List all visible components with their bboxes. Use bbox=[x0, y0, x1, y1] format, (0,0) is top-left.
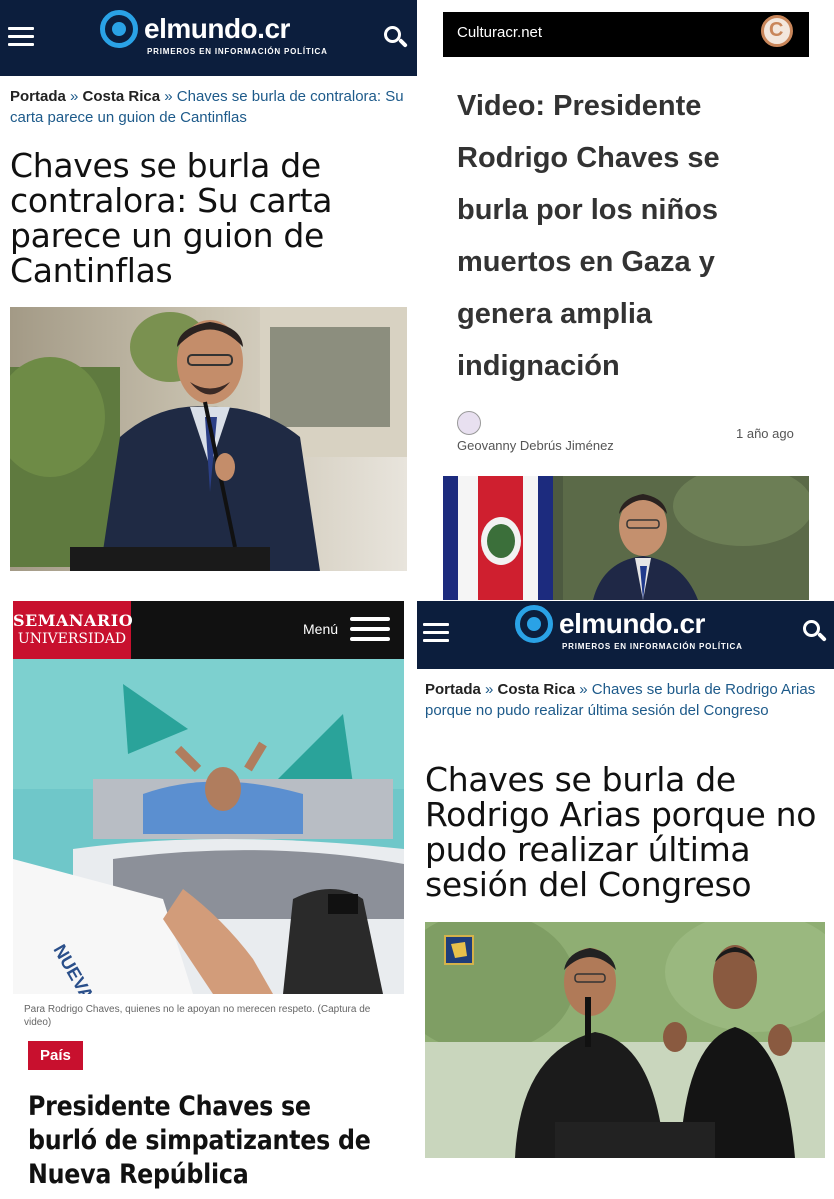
tagline: PRIMEROS EN INFORMACIÓN POLÍTICA bbox=[562, 642, 743, 651]
section-badge[interactable]: País bbox=[28, 1041, 83, 1070]
search-icon[interactable] bbox=[384, 26, 408, 50]
breadcrumb-section[interactable]: Costa Rica bbox=[83, 88, 161, 105]
search-icon[interactable] bbox=[803, 620, 827, 644]
article-photo bbox=[425, 922, 825, 1158]
panel-elmundo-rodrigo-arias: elmundo.cr PRIMEROS EN INFORMACIÓN POLÍT… bbox=[417, 601, 834, 1199]
panel-semanario-nueva-republica: SEMANARIO UNIVERSIDAD Menú NUEVA REP Par… bbox=[13, 601, 404, 1199]
hamburger-menu-icon[interactable] bbox=[423, 623, 449, 643]
article-title: Chaves se burla de contralora: Su carta … bbox=[10, 146, 333, 290]
site-logo[interactable]: elmundo.cr bbox=[100, 10, 290, 48]
brand-name: elmundo.cr bbox=[144, 13, 290, 44]
culturacr-logo-icon[interactable] bbox=[761, 15, 793, 47]
logo-line2: UNIVERSIDAD bbox=[17, 631, 127, 647]
hamburger-menu-icon[interactable] bbox=[8, 27, 34, 47]
menu-label[interactable]: Menú bbox=[303, 621, 338, 637]
eye-logo-icon bbox=[100, 10, 138, 48]
site-header: SEMANARIO UNIVERSIDAD Menú bbox=[13, 601, 404, 659]
site-logo[interactable]: SEMANARIO UNIVERSIDAD bbox=[13, 601, 134, 659]
site-header: elmundo.cr PRIMEROS EN INFORMACIÓN POLÍT… bbox=[417, 601, 834, 669]
site-name[interactable]: Culturacr.net bbox=[457, 24, 542, 41]
hamburger-menu-icon[interactable] bbox=[350, 617, 390, 641]
breadcrumb-section[interactable]: Costa Rica bbox=[498, 681, 576, 698]
eye-logo-icon bbox=[515, 605, 553, 643]
breadcrumb-separator: » bbox=[485, 681, 494, 698]
breadcrumb-home[interactable]: Portada bbox=[10, 88, 66, 105]
author-name[interactable]: Geovanny Debrús Jiménez bbox=[457, 438, 614, 453]
article-title: Chaves se burla de Rodrigo Arias porque … bbox=[425, 760, 817, 904]
brand-name: elmundo.cr bbox=[559, 608, 705, 639]
panel-elmundo-contralora: elmundo.cr PRIMEROS EN INFORMACIÓN POLÍT… bbox=[0, 0, 417, 590]
article-title: Video: Presidente Rodrigo Chaves se burl… bbox=[457, 90, 720, 382]
article-photo: NUEVA REP bbox=[13, 659, 404, 994]
breadcrumb: Portada » Costa Rica » Chaves se burla d… bbox=[425, 679, 825, 721]
tagline: PRIMEROS EN INFORMACIÓN POLÍTICA bbox=[147, 47, 328, 56]
panel-culturacr-gaza: Culturacr.net Video: Presidente Rodrigo … bbox=[417, 0, 834, 600]
breadcrumb-separator: » bbox=[70, 88, 79, 105]
site-header: elmundo.cr PRIMEROS EN INFORMACIÓN POLÍT… bbox=[0, 0, 417, 76]
breadcrumb-current: Chaves se burla de Rodrigo Arias porque … bbox=[425, 681, 816, 719]
breadcrumb-separator: » bbox=[579, 681, 588, 698]
author-avatar[interactable] bbox=[457, 411, 481, 435]
breadcrumb-separator: » bbox=[164, 88, 173, 105]
article-title: Presidente Chaves se burló de simpatizan… bbox=[28, 1091, 371, 1190]
site-header: Culturacr.net bbox=[443, 12, 809, 57]
article-photo bbox=[10, 307, 407, 571]
breadcrumb-home[interactable]: Portada bbox=[425, 681, 481, 698]
breadcrumb: Portada » Costa Rica » Chaves se burla d… bbox=[10, 86, 410, 128]
photo-caption: Para Rodrigo Chaves, quienes no le apoya… bbox=[24, 1004, 371, 1028]
article-photo bbox=[443, 476, 809, 600]
logo-line1: SEMANARIO bbox=[13, 611, 134, 630]
site-logo[interactable]: elmundo.cr bbox=[515, 605, 705, 643]
publish-time: 1 año ago bbox=[736, 426, 794, 441]
